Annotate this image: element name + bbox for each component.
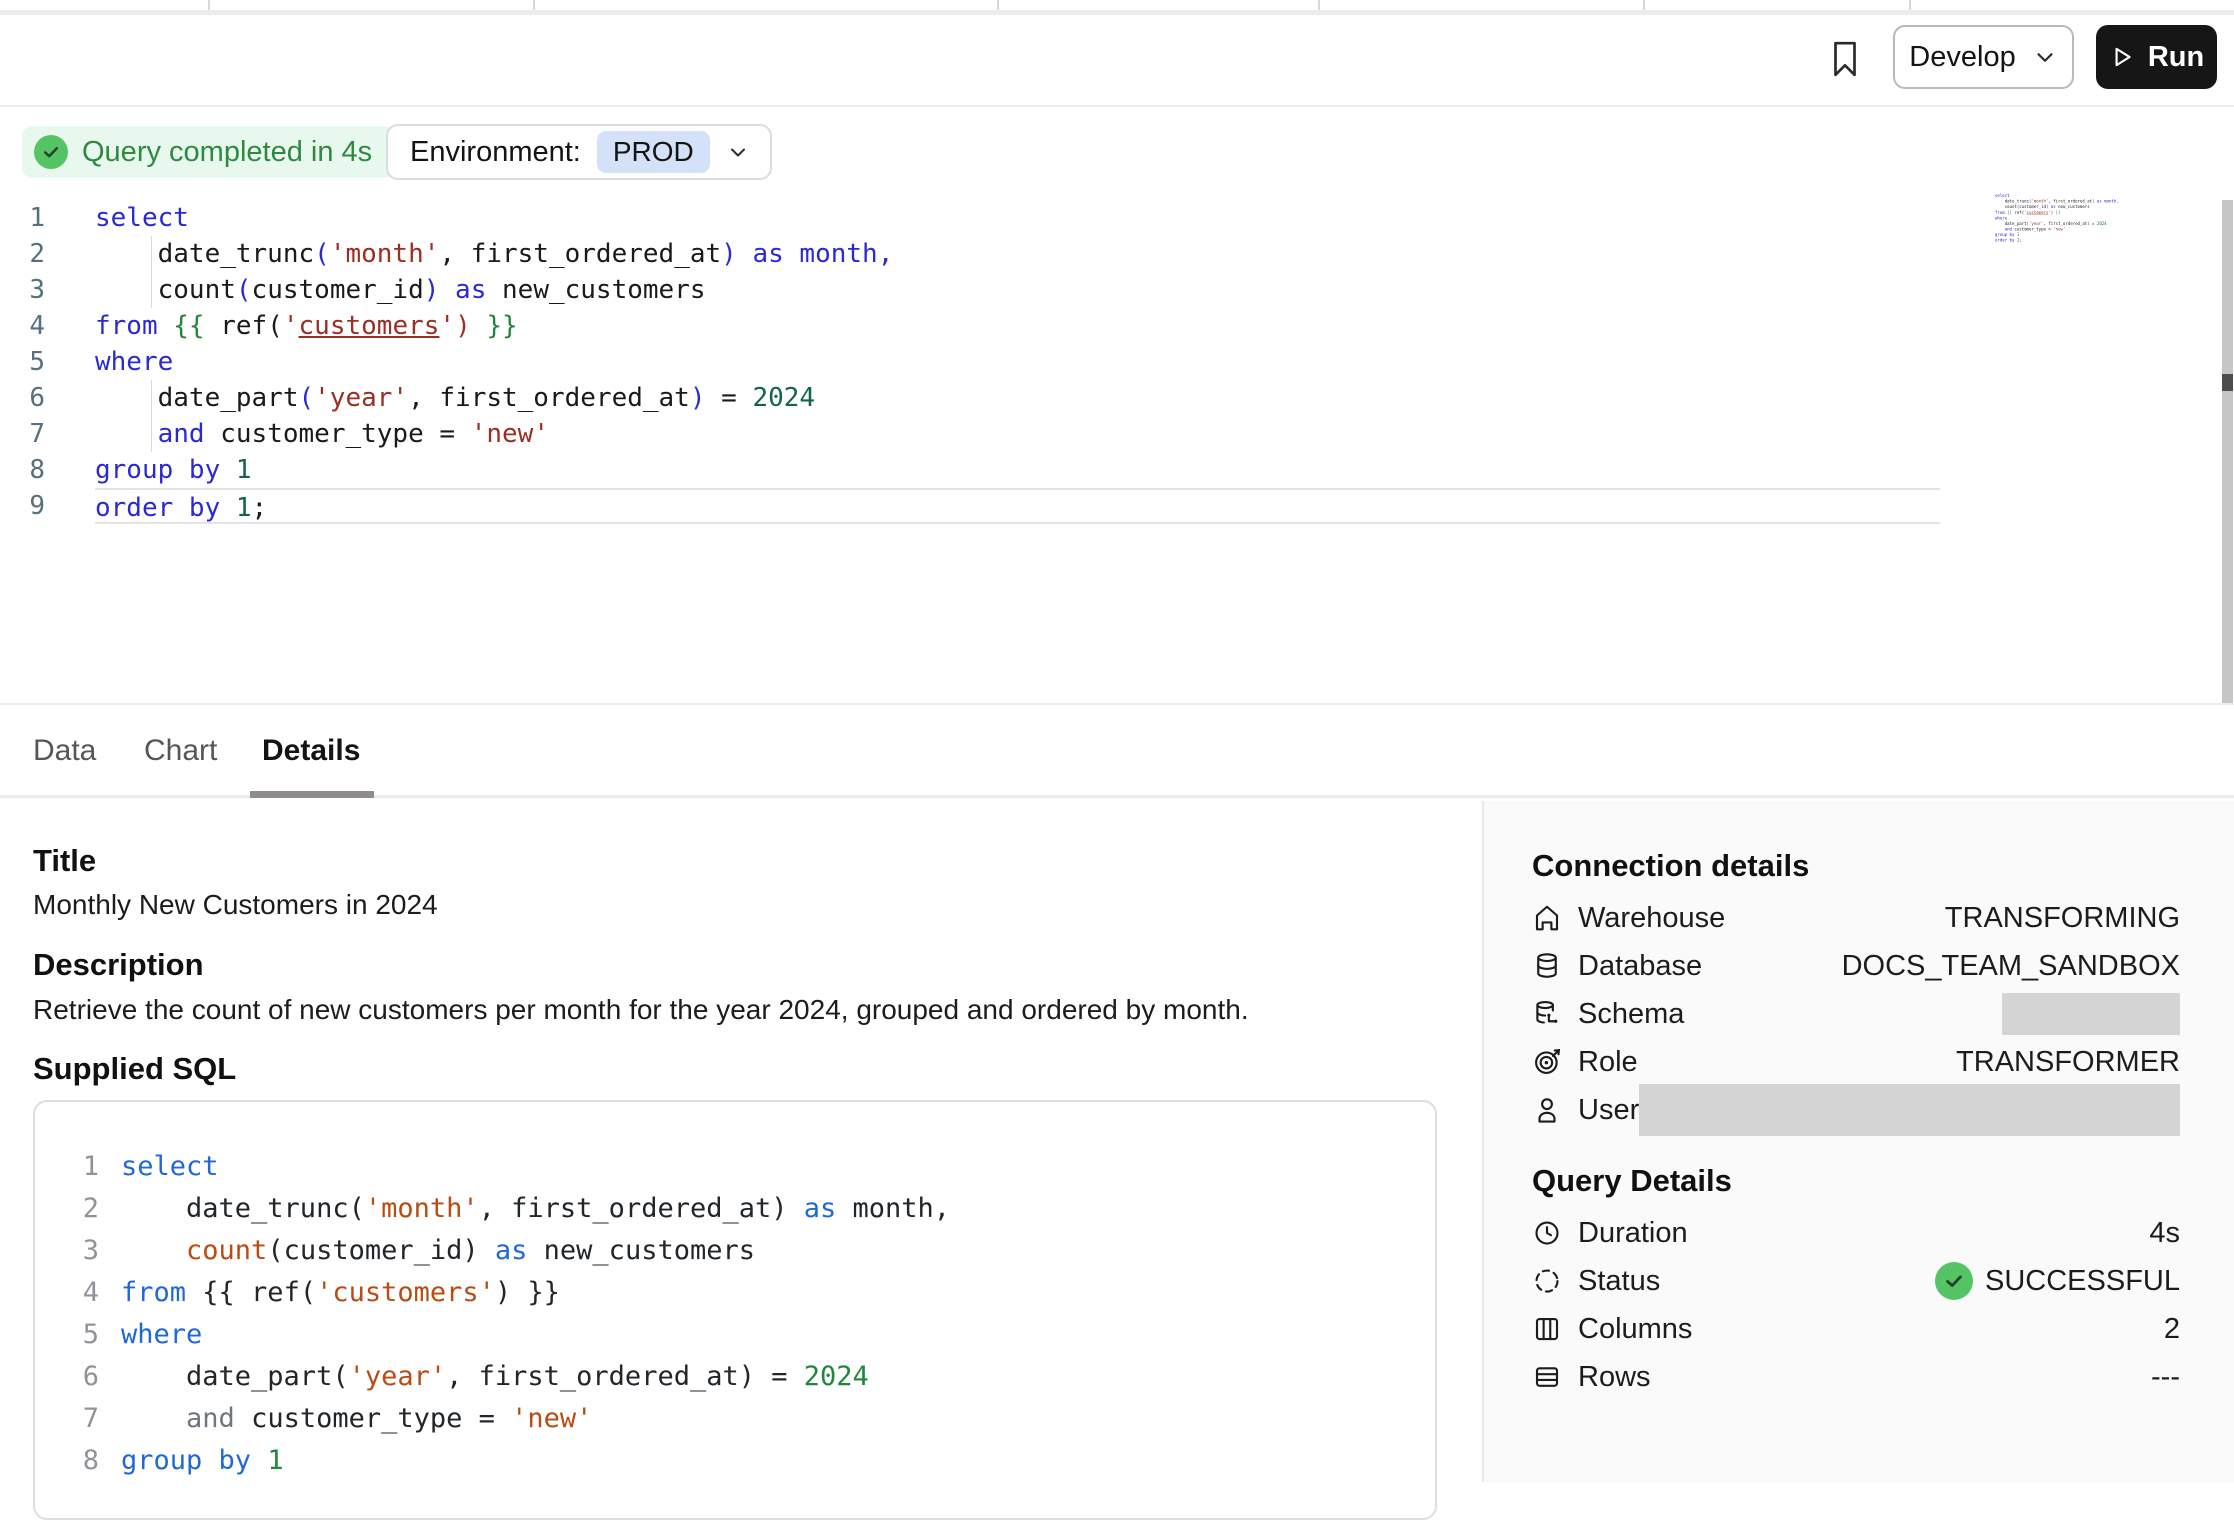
role-icon bbox=[1532, 1047, 1562, 1077]
columns-label: Columns bbox=[1578, 1313, 1692, 1346]
indent-guide bbox=[151, 380, 152, 452]
play-icon bbox=[2109, 44, 2135, 70]
query-status-row: Query completed in 4s Environment: PROD bbox=[0, 109, 2234, 191]
run-label: Run bbox=[2148, 41, 2204, 74]
editor-minimap[interactable]: select date_trunc('month', first_ordered… bbox=[1995, 193, 2215, 273]
duration-label: Duration bbox=[1578, 1217, 1688, 1250]
chevron-down-icon bbox=[2032, 44, 2058, 70]
code-line: 2 date_trunc('month', first_ordered_at) … bbox=[75, 1188, 1435, 1230]
window-tab-strip bbox=[0, 0, 2234, 10]
code-line[interactable]: 8group by 1 bbox=[0, 452, 1940, 488]
supplied-sql-heading: Supplied SQL bbox=[33, 1051, 236, 1087]
check-circle-icon bbox=[34, 135, 68, 169]
database-icon bbox=[1532, 951, 1562, 981]
editor-scrollbar-thumb[interactable] bbox=[2222, 374, 2233, 391]
warehouse-icon bbox=[1532, 903, 1562, 933]
code-line[interactable]: 4from {{ ref('customers') }} bbox=[0, 308, 1940, 344]
database-value: DOCS_TEAM_SANDBOX bbox=[1842, 950, 2180, 983]
code-line: order by 1; bbox=[1995, 238, 2212, 244]
code-line: 6 date_part('year', first_ordered_at) = … bbox=[75, 1356, 1435, 1398]
status-spinner-icon bbox=[1532, 1266, 1562, 1296]
code-line[interactable]: 5where bbox=[0, 344, 1940, 380]
bookmark-icon bbox=[1826, 37, 1864, 81]
code-line[interactable]: 3 count(customer_id) as new_customers bbox=[0, 272, 1940, 308]
schema-icon bbox=[1532, 999, 1562, 1029]
schema-value-redacted bbox=[2002, 993, 2180, 1035]
status-row: Status SUCCESSFUL bbox=[1532, 1257, 2180, 1305]
environment-dropdown[interactable]: Environment: PROD bbox=[386, 124, 772, 180]
duration-clock-icon bbox=[1532, 1218, 1562, 1248]
bookmark-button[interactable] bbox=[1826, 37, 1864, 81]
develop-label: Develop bbox=[1909, 41, 2015, 74]
develop-dropdown-button[interactable]: Develop bbox=[1893, 25, 2074, 89]
code-line[interactable]: 6 date_part('year', first_ordered_at) = … bbox=[0, 380, 1940, 416]
environment-label: Environment: bbox=[410, 136, 581, 169]
warehouse-row: Warehouse TRANSFORMING bbox=[1532, 894, 2180, 942]
rows-row: Rows --- bbox=[1532, 1353, 2180, 1401]
duration-row: Duration 4s bbox=[1532, 1209, 2180, 1257]
role-value: TRANSFORMER bbox=[1956, 1046, 2180, 1079]
rows-value: --- bbox=[2151, 1361, 2180, 1394]
code-line[interactable]: 7 and customer_type = 'new' bbox=[0, 416, 1940, 452]
query-details-heading: Query Details bbox=[1532, 1163, 1732, 1199]
code-line: 5where bbox=[75, 1314, 1435, 1356]
code-line[interactable]: 1select bbox=[0, 200, 1940, 236]
environment-value-pill: PROD bbox=[597, 131, 710, 173]
title-value: Monthly New Customers in 2024 bbox=[33, 889, 438, 921]
schema-label: Schema bbox=[1578, 998, 1684, 1031]
status-label: Status bbox=[1578, 1265, 1660, 1298]
supplied-sql-block: 1select2 date_trunc('month', first_order… bbox=[33, 1100, 1437, 1520]
database-row: Database DOCS_TEAM_SANDBOX bbox=[1532, 942, 2180, 990]
code-line[interactable]: 9order by 1; bbox=[0, 488, 1940, 524]
query-status-text: Query completed in 4s bbox=[82, 136, 372, 169]
warehouse-value: TRANSFORMING bbox=[1945, 902, 2180, 935]
rows-label: Rows bbox=[1578, 1361, 1651, 1394]
columns-icon bbox=[1532, 1314, 1562, 1344]
role-label: Role bbox=[1578, 1046, 1638, 1079]
user-value-redacted bbox=[1639, 1084, 2180, 1136]
sql-editor[interactable]: 1select2 date_trunc('month', first_order… bbox=[0, 191, 2234, 703]
code-line: 8group by 1 bbox=[75, 1440, 1435, 1482]
code-line[interactable]: 2 date_trunc('month', first_ordered_at) … bbox=[0, 236, 1940, 272]
role-row: Role TRANSFORMER bbox=[1532, 1038, 2180, 1086]
columns-value: 2 bbox=[2164, 1313, 2180, 1346]
results-tab-bar: Data Chart Details bbox=[0, 703, 2234, 798]
connection-details-panel: Connection details Warehouse TRANSFORMIN… bbox=[1482, 801, 2234, 1482]
user-row: User bbox=[1532, 1086, 2180, 1134]
code-line: 1select bbox=[75, 1146, 1435, 1188]
run-button[interactable]: Run bbox=[2096, 25, 2217, 89]
columns-row: Columns 2 bbox=[1532, 1305, 2180, 1353]
tab-chart[interactable]: Chart bbox=[144, 705, 217, 797]
description-heading: Description bbox=[33, 947, 204, 983]
warehouse-label: Warehouse bbox=[1578, 902, 1725, 935]
active-tab-underline bbox=[250, 791, 374, 798]
user-label: User bbox=[1578, 1094, 1639, 1127]
duration-value: 4s bbox=[2149, 1217, 2180, 1250]
status-value: SUCCESSFUL bbox=[1985, 1265, 2180, 1298]
schema-row: Schema bbox=[1532, 990, 2180, 1038]
rows-icon bbox=[1532, 1362, 1562, 1392]
user-icon bbox=[1532, 1095, 1562, 1125]
database-label: Database bbox=[1578, 950, 1702, 983]
success-check-icon bbox=[1935, 1262, 1973, 1300]
indent-guide bbox=[151, 236, 152, 308]
code-line: 4from {{ ref('customers') }} bbox=[75, 1272, 1435, 1314]
tab-details[interactable]: Details bbox=[262, 705, 360, 797]
code-line: 3 count(customer_id) as new_customers bbox=[75, 1230, 1435, 1272]
editor-scrollbar[interactable] bbox=[2222, 200, 2233, 723]
title-heading: Title bbox=[33, 843, 96, 879]
connection-details-heading: Connection details bbox=[1532, 848, 1809, 884]
toolbar: Develop Run bbox=[0, 15, 2234, 107]
chevron-down-icon bbox=[726, 140, 750, 164]
description-value: Retrieve the count of new customers per … bbox=[33, 994, 1249, 1026]
tab-data[interactable]: Data bbox=[33, 705, 96, 797]
code-line: 7 and customer_type = 'new' bbox=[75, 1398, 1435, 1440]
details-panel: Title Monthly New Customers in 2024 Desc… bbox=[0, 801, 1482, 1482]
query-status-badge: Query completed in 4s bbox=[22, 126, 394, 178]
editor-code[interactable]: 1select2 date_trunc('month', first_order… bbox=[0, 200, 1940, 524]
